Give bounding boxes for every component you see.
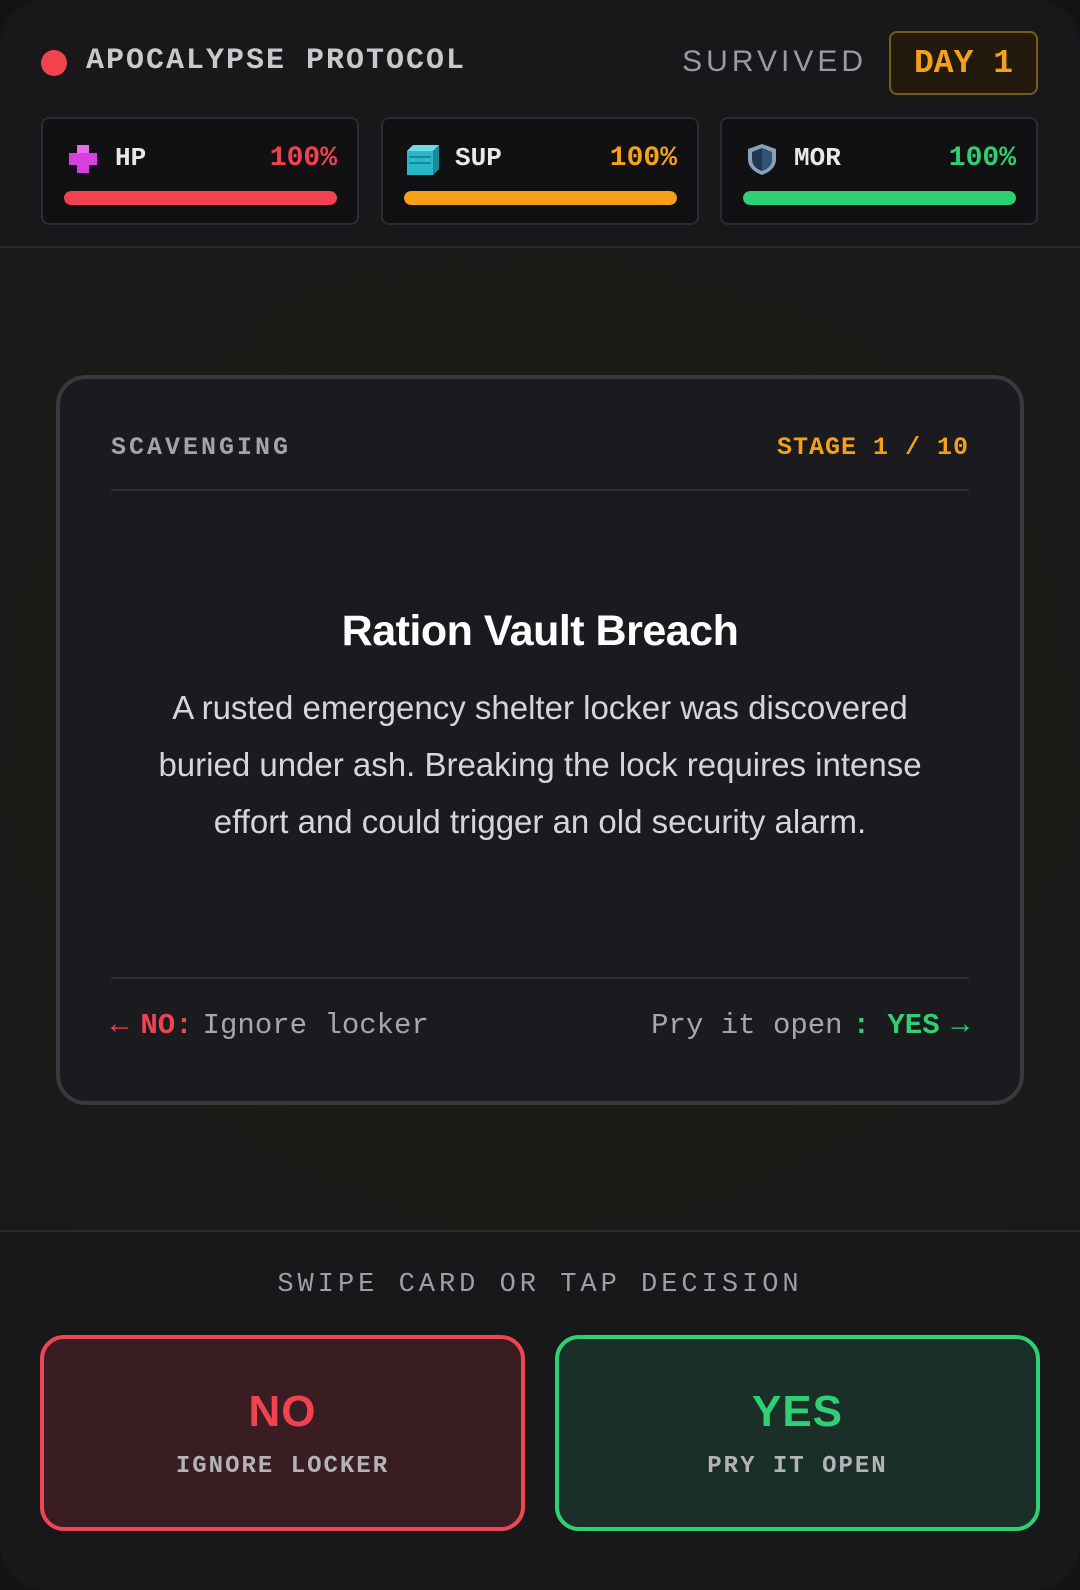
status-dot-icon [41, 50, 67, 76]
stat-bar-track [404, 191, 677, 205]
no-tag: NO: [140, 1009, 193, 1042]
stat-card-sup: SUP 100% [381, 117, 699, 225]
stat-bar-fill [404, 191, 677, 205]
arrow-right-icon: → [951, 1009, 969, 1042]
yes-hint-text: Pry it open [651, 1009, 843, 1042]
yes-button[interactable]: YES PRY IT OPEN [555, 1335, 1040, 1531]
stat-bar-fill [64, 191, 337, 205]
stat-name: HP [115, 143, 147, 173]
card-divider [111, 977, 969, 979]
game-screen: APOCALYPSE PROTOCOL SURVIVED DAY 1 HP 10… [0, 0, 1080, 1590]
stat-card-hp: HP 100% [41, 117, 359, 225]
no-button[interactable]: NO IGNORE LOCKER [40, 1335, 525, 1531]
card-divider [111, 489, 969, 491]
survived-label: SURVIVED [682, 45, 867, 78]
yes-button-sublabel: PRY IT OPEN [707, 1452, 888, 1480]
decision-footer: SWIPE CARD OR TAP DECISION NO IGNORE LOC… [0, 1230, 1080, 1590]
status-header: APOCALYPSE PROTOCOL SURVIVED DAY 1 HP 10… [0, 0, 1080, 248]
card-stage-counter: STAGE 1 / 10 [776, 433, 969, 462]
stat-value: 100% [948, 143, 1016, 174]
stat-bar-fill [743, 191, 1016, 205]
shield-icon [748, 144, 776, 175]
swipe-left-hint: ← NO: Ignore locker [111, 1009, 429, 1042]
stat-bar-track [64, 191, 337, 205]
swipe-instruction: SWIPE CARD OR TAP DECISION [277, 1270, 803, 1300]
swipe-right-hint: Pry it open : YES → [651, 1009, 969, 1042]
card-title: Ration Vault Breach [341, 607, 739, 655]
event-card[interactable]: SCAVENGING STAGE 1 / 10 Ration Vault Bre… [56, 375, 1024, 1105]
supply-crate-icon [407, 145, 439, 175]
stat-value: 100% [609, 143, 677, 174]
yes-tag: : YES [852, 1009, 940, 1042]
arrow-left-icon: ← [111, 1009, 129, 1042]
no-hint-text: Ignore locker [202, 1009, 429, 1042]
no-button-sublabel: IGNORE LOCKER [175, 1452, 390, 1480]
stat-bar-track [743, 191, 1016, 205]
medical-cross-icon [69, 145, 97, 173]
day-counter-badge: DAY 1 [889, 31, 1038, 95]
stat-value: 100% [269, 143, 337, 174]
card-category: SCAVENGING [111, 433, 292, 462]
card-description: A rusted emergency shelter locker was di… [158, 689, 922, 840]
stat-name: MOR [794, 143, 841, 173]
app-title: APOCALYPSE PROTOCOL [86, 44, 467, 78]
no-button-label: NO [248, 1386, 317, 1436]
yes-button-label: YES [751, 1386, 844, 1436]
stat-card-mor: MOR 100% [720, 117, 1038, 225]
stat-name: SUP [455, 143, 502, 173]
